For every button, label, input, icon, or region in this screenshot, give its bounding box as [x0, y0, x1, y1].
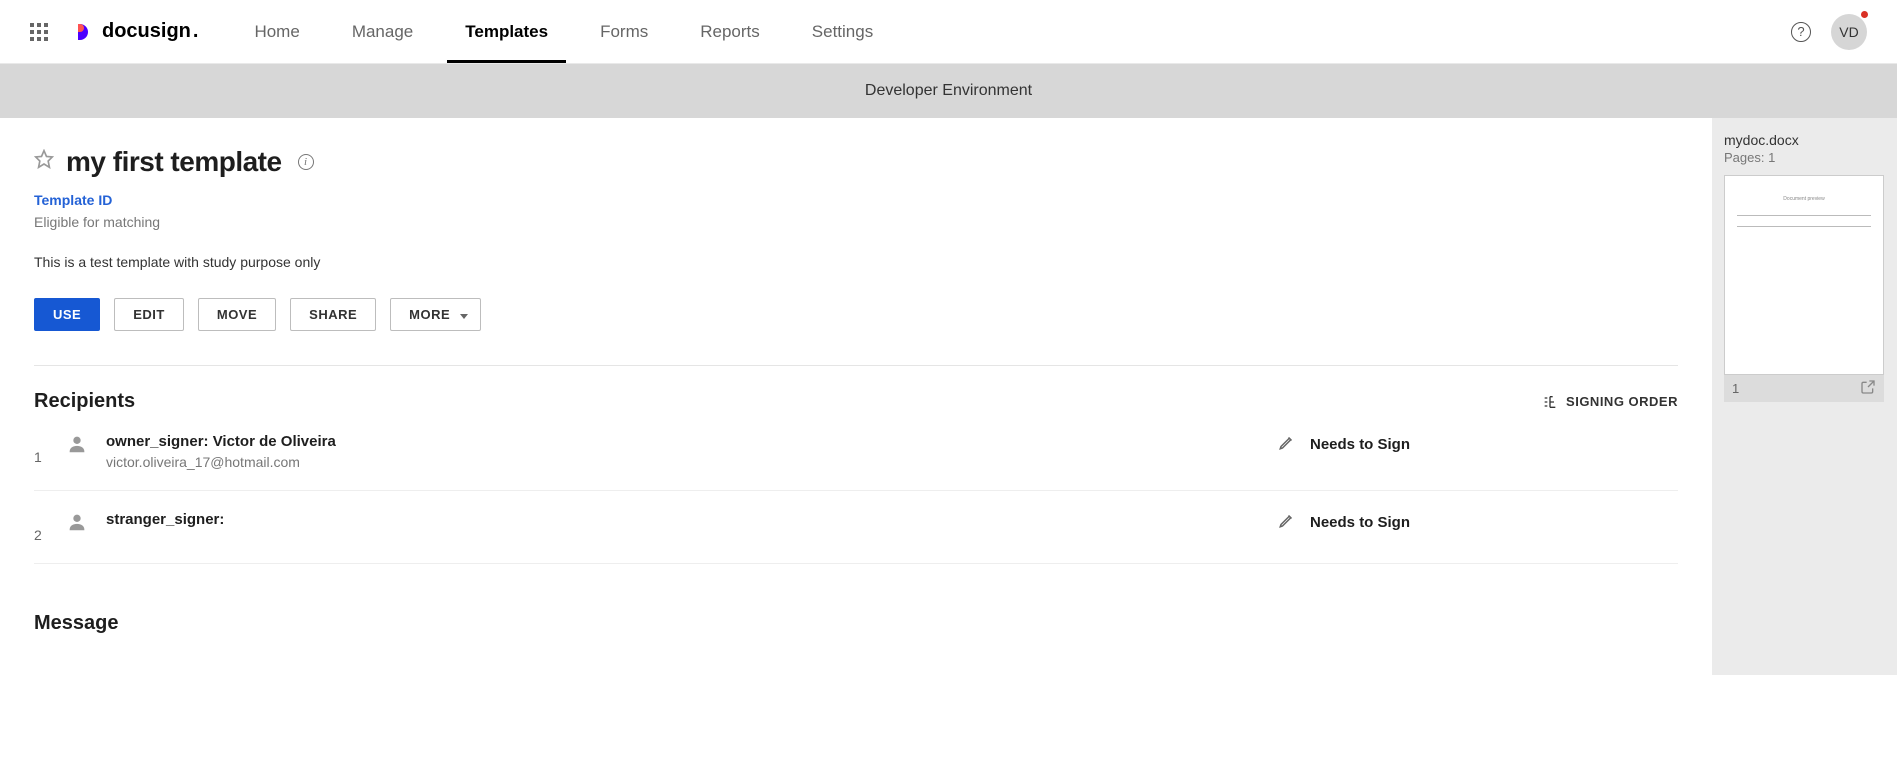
recipient-index: 1: [34, 433, 56, 465]
action-buttons: USE EDIT MOVE SHARE MORE: [34, 298, 1678, 331]
recipient-action-text: Needs to Sign: [1310, 514, 1410, 531]
recipients-title: Recipients: [34, 390, 135, 413]
recipient-action: Needs to Sign: [1278, 433, 1678, 456]
signing-order-label: SIGNING ORDER: [1566, 394, 1678, 409]
notification-dot-icon: [1861, 11, 1868, 18]
more-button[interactable]: MORE: [390, 298, 481, 331]
brand-text: docusign: [102, 20, 191, 43]
person-icon: [66, 433, 88, 460]
recipient-email: victor.oliveira_17@hotmail.com: [106, 454, 1278, 470]
recipient-name: owner_signer: Victor de Oliveira: [106, 433, 1278, 450]
top-header: docusign. Home Manage Templates Forms Re…: [0, 0, 1897, 64]
thumbnail-page-number: 1: [1732, 381, 1739, 396]
move-button[interactable]: MOVE: [198, 298, 276, 331]
recipient-info: stranger_signer:: [106, 511, 1278, 532]
nav-home[interactable]: Home: [248, 2, 305, 62]
document-thumbnail[interactable]: Document preview: [1724, 175, 1884, 375]
signing-order-icon: [1542, 394, 1558, 410]
share-button[interactable]: SHARE: [290, 298, 376, 331]
nav-forms[interactable]: Forms: [594, 2, 654, 62]
logo-mark-icon: [78, 24, 94, 40]
edit-button[interactable]: EDIT: [114, 298, 184, 331]
brand-logo[interactable]: docusign.: [78, 20, 198, 43]
recipient-row: 2 stranger_signer: Needs to Sign: [34, 491, 1678, 564]
thumb-placeholder-text: Document preview: [1737, 194, 1871, 205]
message-section-title: Message: [34, 612, 1678, 635]
info-icon[interactable]: i: [298, 154, 314, 170]
recipient-action-text: Needs to Sign: [1310, 436, 1410, 453]
favorite-star-icon[interactable]: [34, 149, 54, 175]
recipient-row: 1 owner_signer: Victor de Oliveira victo…: [34, 413, 1678, 491]
template-id-link[interactable]: Template ID: [34, 192, 112, 208]
main-nav: Home Manage Templates Forms Reports Sett…: [248, 2, 879, 62]
environment-banner: Developer Environment: [0, 64, 1897, 118]
recipients-header: Recipients SIGNING ORDER: [34, 390, 1678, 413]
chevron-down-icon: [460, 314, 468, 319]
help-icon[interactable]: ?: [1791, 22, 1811, 42]
nav-settings[interactable]: Settings: [806, 2, 879, 62]
avatar-container: VD: [1831, 14, 1867, 50]
user-avatar[interactable]: VD: [1831, 14, 1867, 50]
document-filename: mydoc.docx: [1724, 132, 1885, 148]
nav-manage[interactable]: Manage: [346, 2, 419, 62]
page-title: my first template: [66, 146, 282, 178]
main-content-row: my first template i Template ID Eligible…: [0, 118, 1897, 675]
document-pages-label: Pages: 1: [1724, 150, 1885, 165]
more-button-label: MORE: [409, 307, 450, 322]
recipient-index: 2: [34, 511, 56, 543]
pencil-icon: [1278, 511, 1296, 534]
template-title-row: my first template i: [34, 146, 1678, 178]
person-icon: [66, 511, 88, 538]
nav-reports[interactable]: Reports: [694, 2, 766, 62]
open-external-icon[interactable]: [1860, 379, 1876, 398]
section-divider: [34, 365, 1678, 366]
eligible-text: Eligible for matching: [34, 214, 1678, 230]
recipient-action: Needs to Sign: [1278, 511, 1678, 534]
template-description: This is a test template with study purpo…: [34, 254, 1678, 270]
pencil-icon: [1278, 433, 1296, 456]
main-content: my first template i Template ID Eligible…: [0, 118, 1712, 675]
recipient-name: stranger_signer:: [106, 511, 1278, 528]
apps-grid-icon[interactable]: [30, 23, 48, 41]
document-side-panel: mydoc.docx Pages: 1 Document preview 1: [1712, 118, 1897, 675]
recipient-info: owner_signer: Victor de Oliveira victor.…: [106, 433, 1278, 470]
nav-templates[interactable]: Templates: [459, 2, 554, 62]
thumbnail-footer: 1: [1724, 375, 1884, 402]
signing-order-button[interactable]: SIGNING ORDER: [1542, 394, 1678, 410]
header-actions: ? VD: [1791, 14, 1867, 50]
use-button[interactable]: USE: [34, 298, 100, 331]
